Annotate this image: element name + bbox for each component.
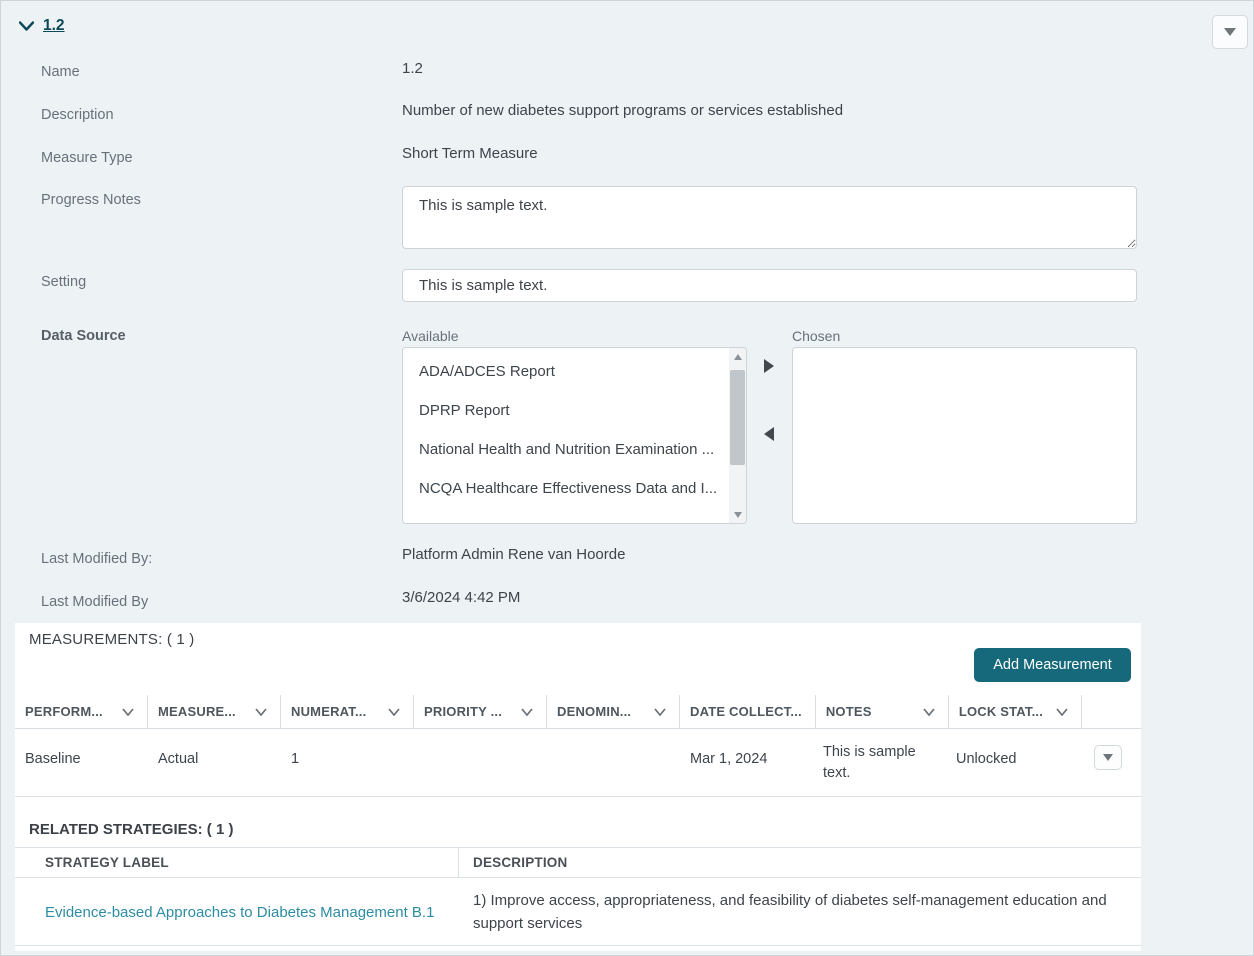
setting-input[interactable] <box>402 269 1137 302</box>
chevron-down-icon <box>521 707 533 716</box>
chosen-listbox[interactable] <box>792 347 1137 524</box>
strategy-table-row: Evidence-based Approaches to Diabetes Ma… <box>15 878 1141 946</box>
scrollbar-thumb[interactable] <box>730 370 745 465</box>
measure-type-label: Measure Type <box>41 150 133 166</box>
column-header-priority[interactable]: PRIORITY ... <box>414 695 547 728</box>
measure-type-value: Short Term Measure <box>402 145 538 162</box>
column-header-notes[interactable]: NOTES <box>816 695 949 728</box>
measure-actions-dropdown-button[interactable] <box>1212 15 1248 49</box>
cell-strategy-description: 1) Improve access, appropriateness, and … <box>473 892 1107 932</box>
strategy-link[interactable]: Evidence-based Approaches to Diabetes Ma… <box>45 904 434 921</box>
add-measurement-button[interactable]: Add Measurement <box>974 648 1131 682</box>
cell-lock-status: Unlocked <box>956 751 1017 767</box>
last-modified-by-value: Platform Admin Rene van Hoorde <box>402 546 626 563</box>
cell-numerator: 1 <box>291 751 300 767</box>
cell-performance: Baseline <box>25 751 81 767</box>
measure-collapse-header[interactable]: 1.2 <box>19 17 65 35</box>
available-list-item[interactable]: DPRP Report <box>403 391 729 430</box>
available-list-item[interactable]: NCQA Healthcare Effectiveness Data and I… <box>403 469 729 508</box>
last-modified-date-value: 3/6/2024 4:42 PM <box>402 589 521 606</box>
column-header-actions <box>1082 695 1141 728</box>
move-to-available-button[interactable] <box>764 427 774 441</box>
chevron-down-icon <box>388 707 400 716</box>
column-header-lock-status[interactable]: LOCK STAT... <box>949 695 1082 728</box>
measurements-card: MEASUREMENTS: ( 1 ) Add Measurement PERF… <box>15 623 1141 951</box>
column-header-numerator[interactable]: NUMERAT... <box>281 695 414 728</box>
setting-label: Setting <box>41 274 87 290</box>
triangle-down-icon <box>733 511 742 518</box>
available-list-item[interactable]: ADA/ADCES Report <box>403 352 729 391</box>
chevron-down-icon <box>255 707 267 716</box>
scroll-up-button[interactable] <box>729 348 746 365</box>
progress-notes-textarea[interactable]: This is sample text. <box>402 186 1137 249</box>
name-label: Name <box>41 64 80 80</box>
chosen-list-label: Chosen <box>792 328 841 344</box>
available-listbox[interactable]: ADA/ADCES Report DPRP Report National He… <box>402 347 747 524</box>
chevron-down-icon <box>1056 707 1068 716</box>
column-header-date-collected[interactable]: DATE COLLECT... <box>680 695 816 728</box>
data-source-label: Data Source <box>41 328 126 344</box>
column-header-description: DESCRIPTION <box>473 855 568 870</box>
cell-notes: This is sample text. <box>823 744 916 782</box>
available-list-item[interactable]: National Health and Nutrition Examinatio… <box>403 430 729 469</box>
measure-title-link[interactable]: 1.2 <box>43 17 65 35</box>
description-value: Number of new diabetes support programs … <box>402 102 844 119</box>
measurements-table-header: PERFORM... MEASURE... NUMERAT... PRIORIT… <box>15 695 1141 729</box>
column-header-strategy-label: STRATEGY LABEL <box>15 848 459 877</box>
available-list-label: Available <box>402 328 459 344</box>
strategies-table-header: STRATEGY LABEL DESCRIPTION <box>15 847 1141 878</box>
description-label: Description <box>41 107 114 123</box>
measurements-section-title: MEASUREMENTS: ( 1 ) <box>29 631 195 648</box>
last-modified-date-label: Last Modified By <box>41 594 149 610</box>
measurement-table-row: Baseline Actual 1 Mar 1, 2024 This is sa… <box>15 729 1141 797</box>
cell-date-collected: Mar 1, 2024 <box>690 751 768 767</box>
cell-strategy-label: Evidence-based Approaches to Diabetes Ma… <box>15 878 459 945</box>
caret-down-icon <box>1103 754 1113 761</box>
chevron-down-icon <box>19 21 34 31</box>
name-value: 1.2 <box>402 60 423 77</box>
cell-priority <box>414 729 547 796</box>
caret-down-icon <box>1224 28 1236 36</box>
cell-actions <box>1079 729 1141 796</box>
available-list-scrollbar[interactable] <box>729 348 746 523</box>
cell-measure: Actual <box>158 751 199 767</box>
column-header-performance[interactable]: PERFORM... <box>15 695 148 728</box>
scroll-down-button[interactable] <box>729 506 746 523</box>
related-strategies-section-title: RELATED STRATEGIES: ( 1 ) <box>29 821 234 838</box>
triangle-up-icon <box>733 353 742 360</box>
cell-denominator <box>547 729 680 796</box>
chevron-down-icon <box>923 707 935 716</box>
chevron-down-icon <box>122 707 134 716</box>
measure-detail-panel: 1.2 Name 1.2 Description Number of new d… <box>0 0 1254 956</box>
column-header-measure[interactable]: MEASURE... <box>148 695 281 728</box>
move-to-chosen-button[interactable] <box>764 359 774 373</box>
chevron-down-icon <box>654 707 666 716</box>
progress-notes-label: Progress Notes <box>41 192 141 208</box>
column-header-denominator[interactable]: DENOMIN... <box>547 695 680 728</box>
last-modified-by-label: Last Modified By: <box>41 551 153 567</box>
measurement-row-dropdown-button[interactable] <box>1094 745 1122 770</box>
